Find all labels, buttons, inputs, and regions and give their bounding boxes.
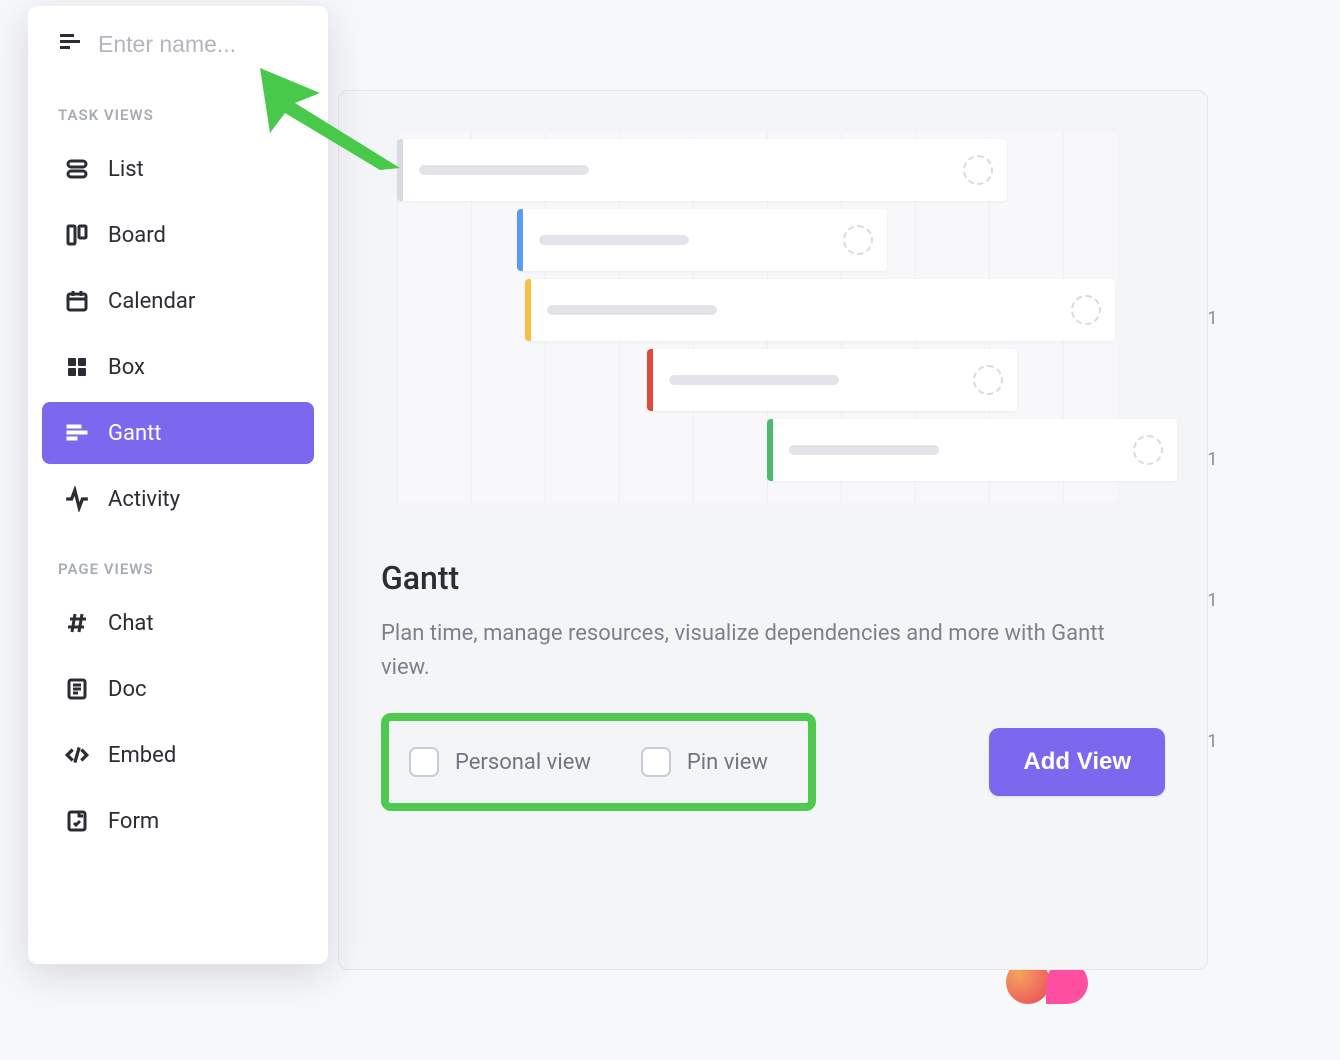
view-item-label: Embed bbox=[108, 743, 176, 768]
view-detail-card: Gantt Plan time, manage resources, visua… bbox=[338, 90, 1208, 970]
view-item-label: Chat bbox=[108, 611, 154, 636]
background-context: /1/1/1/1 bbox=[1200, 0, 1340, 1060]
view-picker-panel: TASK VIEWS List Board Calendar Box Gantt bbox=[28, 6, 328, 964]
view-item-gantt[interactable]: Gantt bbox=[42, 402, 314, 464]
board-icon bbox=[64, 222, 90, 248]
option-pin-view[interactable]: Pin view bbox=[641, 747, 768, 777]
form-icon bbox=[64, 808, 90, 834]
detail-title: Gantt bbox=[381, 559, 1165, 597]
annotation-highlight: Personal view Pin view bbox=[381, 713, 816, 811]
view-name-input[interactable] bbox=[98, 31, 306, 58]
option-label: Pin view bbox=[687, 750, 768, 775]
list-icon bbox=[64, 156, 90, 182]
view-item-embed[interactable]: Embed bbox=[42, 724, 314, 786]
section-task-views: TASK VIEWS bbox=[28, 80, 328, 134]
option-label: Personal view bbox=[455, 750, 591, 775]
activity-icon bbox=[64, 486, 90, 512]
view-item-activity[interactable]: Activity bbox=[42, 468, 314, 530]
view-item-label: Gantt bbox=[108, 421, 162, 446]
view-item-label: Activity bbox=[108, 487, 180, 512]
add-view-button[interactable]: Add View bbox=[989, 728, 1165, 796]
section-page-views: PAGE VIEWS bbox=[28, 534, 328, 588]
checkbox-personal-view[interactable] bbox=[409, 747, 439, 777]
view-item-label: Doc bbox=[108, 677, 147, 702]
view-item-box[interactable]: Box bbox=[42, 336, 314, 398]
view-item-board[interactable]: Board bbox=[42, 204, 314, 266]
gantt-icon bbox=[58, 30, 82, 58]
view-item-label: Form bbox=[108, 809, 159, 834]
view-item-label: Board bbox=[108, 223, 166, 248]
gantt-preview bbox=[397, 133, 1117, 503]
calendar-icon bbox=[64, 288, 90, 314]
detail-description: Plan time, manage resources, visualize d… bbox=[381, 617, 1141, 685]
view-item-calendar[interactable]: Calendar bbox=[42, 270, 314, 332]
gantt-icon bbox=[64, 420, 90, 446]
view-item-doc[interactable]: Doc bbox=[42, 658, 314, 720]
view-item-label: List bbox=[108, 157, 144, 182]
view-item-list[interactable]: List bbox=[42, 138, 314, 200]
hash-icon bbox=[64, 610, 90, 636]
view-item-label: Calendar bbox=[108, 289, 195, 314]
view-item-form[interactable]: Form bbox=[42, 790, 314, 852]
checkbox-pin-view[interactable] bbox=[641, 747, 671, 777]
view-item-chat[interactable]: Chat bbox=[42, 592, 314, 654]
option-personal-view[interactable]: Personal view bbox=[409, 747, 591, 777]
embed-icon bbox=[64, 742, 90, 768]
box-icon bbox=[64, 354, 90, 380]
view-item-label: Box bbox=[108, 355, 145, 380]
doc-icon bbox=[64, 676, 90, 702]
